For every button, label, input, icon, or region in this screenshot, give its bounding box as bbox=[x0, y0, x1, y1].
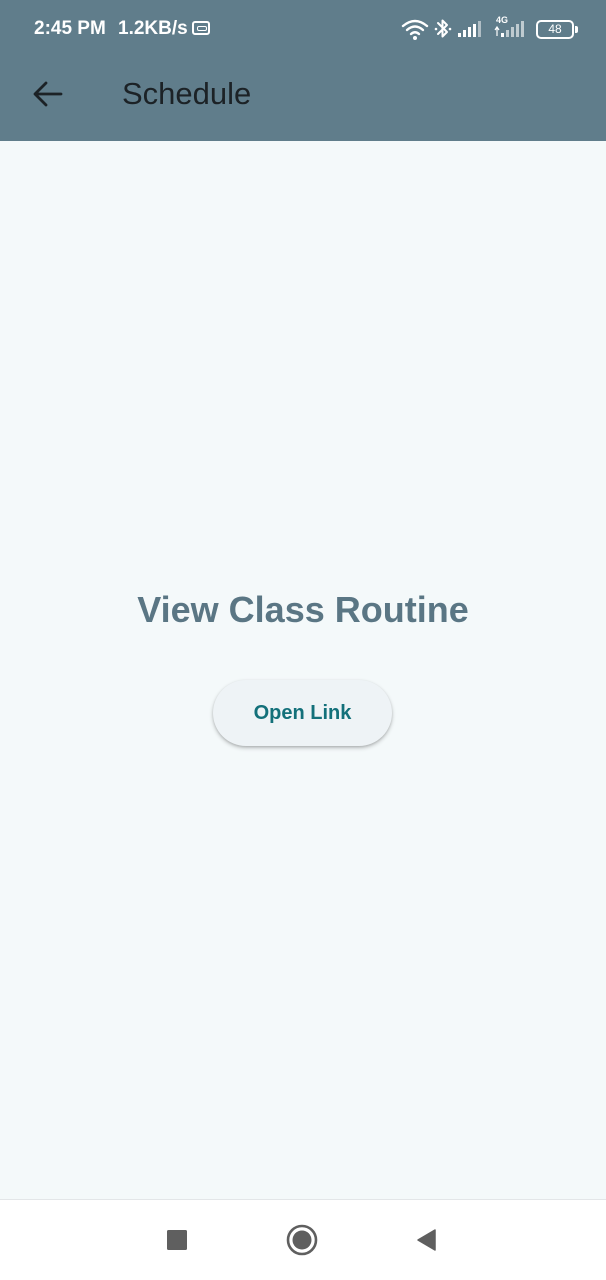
status-time: 2:45 PM bbox=[34, 18, 106, 39]
signal-icon bbox=[458, 21, 481, 37]
recent-apps-square-icon bbox=[167, 1230, 187, 1250]
back-nav-button[interactable] bbox=[408, 1222, 444, 1258]
signal-4g-icon bbox=[494, 21, 524, 37]
status-bar: 2:45 PM 1.2KB/s 4G 48 bbox=[0, 0, 606, 60]
open-link-button[interactable]: Open Link bbox=[213, 680, 392, 746]
system-nav-bar bbox=[0, 1199, 606, 1280]
recent-apps-button[interactable] bbox=[159, 1222, 195, 1258]
vpn-key-icon bbox=[192, 21, 210, 35]
battery-level: 48 bbox=[548, 22, 562, 36]
app-bar: Schedule bbox=[0, 60, 606, 141]
back-button[interactable] bbox=[22, 72, 74, 116]
page-title: Schedule bbox=[122, 76, 252, 111]
headline: View Class Routine bbox=[137, 589, 469, 630]
wifi-icon bbox=[401, 19, 429, 40]
home-circle-icon bbox=[286, 1224, 318, 1256]
bluetooth-icon bbox=[434, 19, 452, 38]
home-button[interactable] bbox=[284, 1222, 320, 1258]
arrow-left-icon bbox=[33, 81, 63, 107]
status-net-speed: 1.2KB/s bbox=[118, 18, 188, 39]
battery-icon: 48 bbox=[536, 20, 578, 39]
back-triangle-icon bbox=[417, 1229, 436, 1251]
top-header: 2:45 PM 1.2KB/s 4G 48 Schedule bbox=[0, 0, 606, 141]
main-content: View Class Routine Open Link bbox=[0, 141, 606, 1199]
